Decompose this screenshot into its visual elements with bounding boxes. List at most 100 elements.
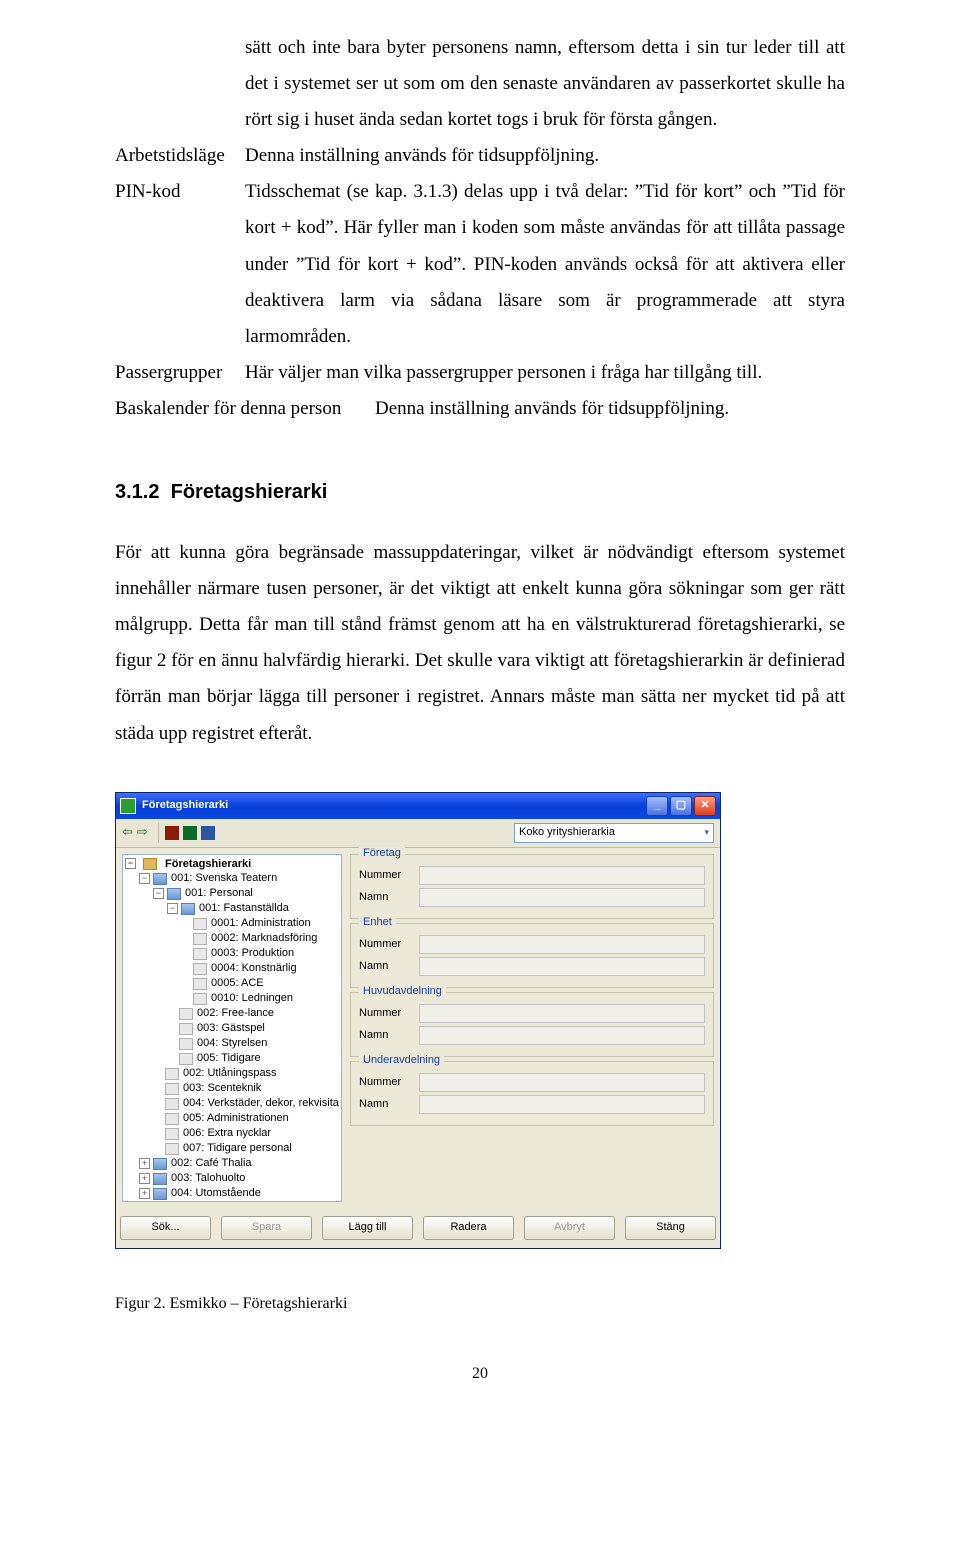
field-label: Nummer [359,1007,419,1020]
twist-spacer [167,1039,176,1048]
nummer-input[interactable] [419,935,705,954]
scope-combobox[interactable]: Koko yrityshierarkia ▾ [514,823,714,843]
namn-input[interactable] [419,1026,705,1045]
titlebar[interactable]: Företagshierarki _ ▢ ✕ [116,793,720,819]
tree-node[interactable]: 005: Administrationen [125,1111,339,1126]
item-icon [179,1038,193,1050]
toolbar: ⇦ ⇨ Koko yrityshierarkia ▾ [116,819,720,848]
tree-node-label: 003: Talohuolto [171,1172,245,1185]
expand-icon[interactable]: + [139,1173,150,1184]
twist-spacer [167,1009,176,1018]
tree-node[interactable]: 0001: Administration [125,916,339,931]
toolbar-icon-3[interactable] [201,826,215,840]
minimize-button[interactable]: _ [646,796,668,816]
toolbar-icon-1[interactable] [165,826,179,840]
nummer-input[interactable] [419,866,705,885]
twist-spacer [181,919,190,928]
tree-node[interactable]: 004: Styrelsen [125,1036,339,1051]
twist-spacer [181,934,190,943]
tree-node[interactable]: 0002: Marknadsföring [125,931,339,946]
group-legend: Huvudavdelning [359,985,446,998]
item-icon [193,963,207,975]
folder-icon [167,888,181,900]
tree-node-label: 002: Utlåningspass [183,1067,277,1080]
collapse-icon[interactable]: − [167,903,178,914]
collapse-icon[interactable]: − [125,858,136,869]
tree-node[interactable]: 0010: Ledningen [125,991,339,1006]
term-passergrupper: Passergrupper [115,355,245,391]
term-baskalender: Baskalender för denna person [115,391,375,427]
tree-node-label: 003: Scenteknik [183,1082,261,1095]
toolbar-icon-2[interactable] [183,826,197,840]
st-ng-button[interactable]: Stäng [625,1216,716,1240]
window-foretagshierarki: Företagshierarki _ ▢ ✕ ⇦ ⇨ Koko yrityshi… [115,792,721,1249]
radera-button[interactable]: Radera [423,1216,514,1240]
item-icon [165,1128,179,1140]
twist-spacer [153,1099,162,1108]
tree-node-label: 001: Svenska Teatern [171,872,277,885]
tree-node-label: 002: Free-lance [197,1007,274,1020]
tree-pane[interactable]: − Företagshierarki −001: Svenska Teatern… [122,854,342,1202]
tree-node-label: 004: Utomstående [171,1187,261,1200]
field-label: Namn [359,891,419,904]
tree-node[interactable]: 007: Tidigare personal [125,1141,339,1156]
tree-node[interactable]: 0003: Produktion [125,946,339,961]
tree-node-label: 0004: Konstnärlig [211,962,297,975]
twist-spacer [181,994,190,1003]
folder-icon [153,1158,167,1170]
chevron-down-icon: ▾ [704,827,709,837]
tree-root[interactable]: − Företagshierarki [125,858,339,871]
tree-node[interactable]: +004: Utomstående [125,1186,339,1201]
term-arbetstidslage: Arbetstidsläge [115,138,245,174]
nav-back-icon[interactable]: ⇦ [122,825,133,840]
tree-node[interactable]: 003: Gästspel [125,1021,339,1036]
group-enhet: EnhetNummerNamn [350,923,714,988]
tree-node[interactable]: +002: Café Thalia [125,1156,339,1171]
tree-node[interactable]: 002: Utlåningspass [125,1066,339,1081]
namn-input[interactable] [419,1095,705,1114]
item-icon [165,1143,179,1155]
twist-spacer [153,1084,162,1093]
item-icon [165,1113,179,1125]
expand-icon[interactable]: + [139,1188,150,1199]
tree-node-label: 0005: ACE [211,977,264,990]
l-gg-till-button[interactable]: Lägg till [322,1216,413,1240]
tree-node-label: 005: Administrationen [183,1112,289,1125]
tree-node[interactable]: +003: Talohuolto [125,1171,339,1186]
twist-spacer [153,1144,162,1153]
tree-node[interactable]: − 001: Svenska Teatern [125,871,339,886]
expand-icon[interactable]: + [139,1158,150,1169]
tree-node-label: 001: Personal [185,887,253,900]
field-label: Namn [359,960,419,973]
item-icon [179,1053,193,1065]
item-icon [193,993,207,1005]
folder-icon [153,1188,167,1200]
folder-icon [143,858,157,870]
term-pin: PIN-kod [115,174,245,354]
tree-node[interactable]: 0004: Konstnärlig [125,961,339,976]
maximize-button[interactable]: ▢ [670,796,692,816]
text-arbetstidslage: Denna inställning används för tidsuppföl… [245,138,845,174]
tree-node[interactable]: 004: Verkstäder, dekor, rekvisita [125,1096,339,1111]
tree-node[interactable]: 003: Scenteknik [125,1081,339,1096]
section-heading: 3.1.2 Företagshierarki [115,473,845,511]
nummer-input[interactable] [419,1004,705,1023]
tree-node[interactable]: − 001: Personal [125,886,339,901]
namn-input[interactable] [419,888,705,907]
app-icon [120,798,136,814]
s-k--button[interactable]: Sök... [120,1216,211,1240]
collapse-icon[interactable]: − [139,873,150,884]
namn-input[interactable] [419,957,705,976]
nummer-input[interactable] [419,1073,705,1092]
tree-node[interactable]: −001: Fastanställda [125,901,339,916]
collapse-icon[interactable]: − [153,888,164,899]
close-button[interactable]: ✕ [694,796,716,816]
tree-node[interactable]: 0005: ACE [125,976,339,991]
folder-icon [153,873,167,885]
tree-node-label: 003: Gästspel [197,1022,265,1035]
tree-node[interactable]: 006: Extra nycklar [125,1126,339,1141]
tree-node[interactable]: 005: Tidigare [125,1051,339,1066]
tree-node[interactable]: 002: Free-lance [125,1006,339,1021]
folder-icon [181,903,195,915]
nav-fwd-icon[interactable]: ⇨ [137,825,148,840]
